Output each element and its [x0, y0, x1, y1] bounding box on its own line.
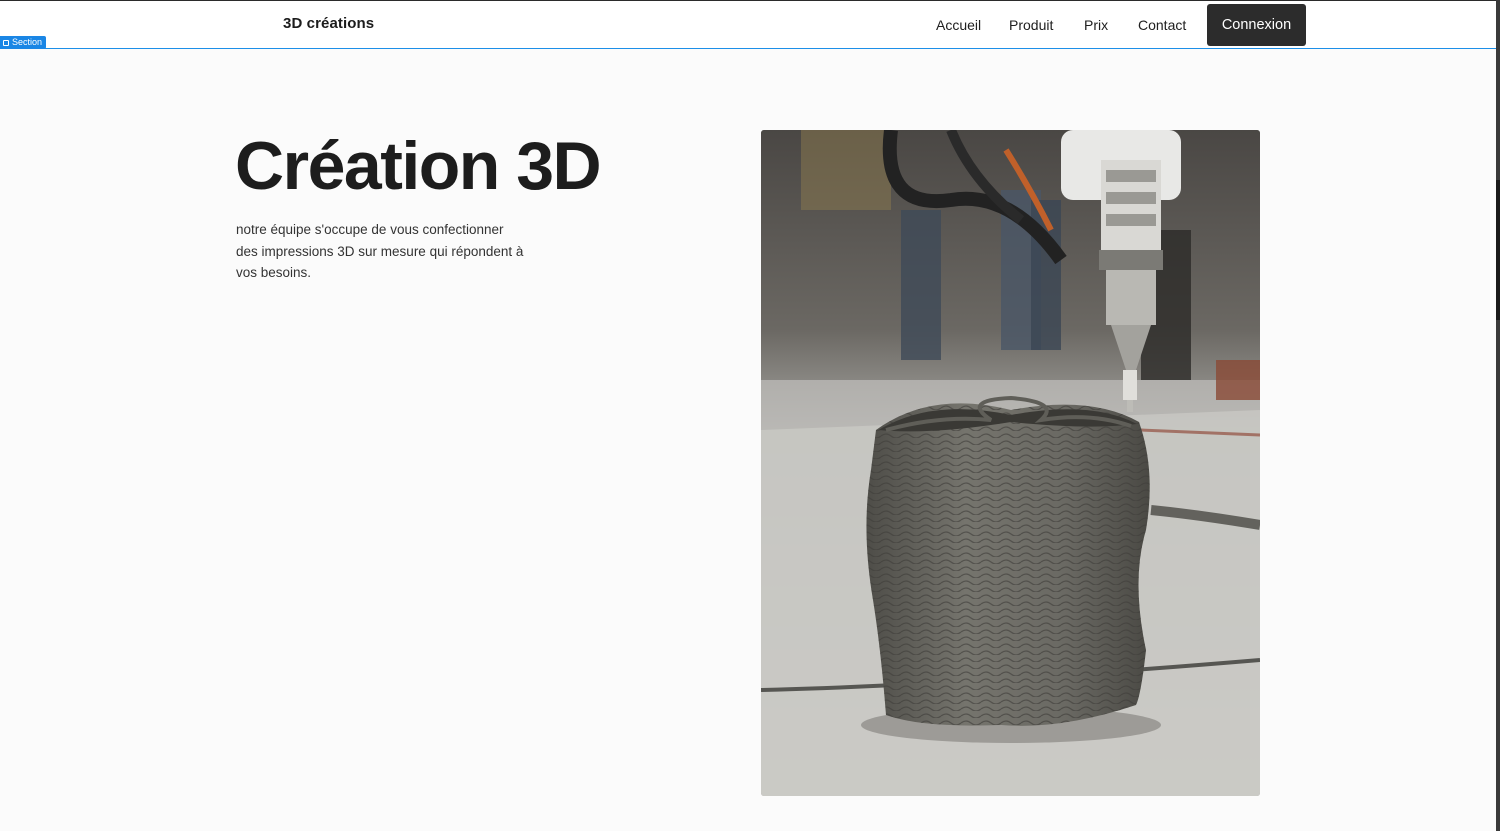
site-header: 3D créations Accueil Produit Prix Contac…: [0, 0, 1496, 49]
vertical-scrollbar[interactable]: [1496, 0, 1500, 831]
hero-title: Création 3D: [235, 128, 602, 204]
section-square-icon: [3, 39, 9, 46]
brand-logo-text[interactable]: 3D créations: [283, 15, 374, 32]
page: 3D créations Accueil Produit Prix Contac…: [0, 0, 1500, 831]
nav-link-accueil[interactable]: Accueil: [936, 17, 981, 33]
nav-link-produit[interactable]: Produit: [1009, 17, 1053, 33]
login-button[interactable]: Connexion: [1207, 4, 1306, 46]
section-editor-tag[interactable]: Section: [0, 36, 47, 49]
concrete-3d-print-photo: [761, 130, 1260, 796]
nav-link-prix[interactable]: Prix: [1084, 17, 1108, 33]
hero-image-3d-printing: [761, 130, 1260, 796]
scrollbar-thumb[interactable]: [1496, 180, 1500, 320]
section-tag-label: Section: [12, 37, 43, 47]
hero-description: notre équipe s'occupe de vous confection…: [236, 222, 524, 280]
nav-link-contact[interactable]: Contact: [1138, 17, 1186, 33]
